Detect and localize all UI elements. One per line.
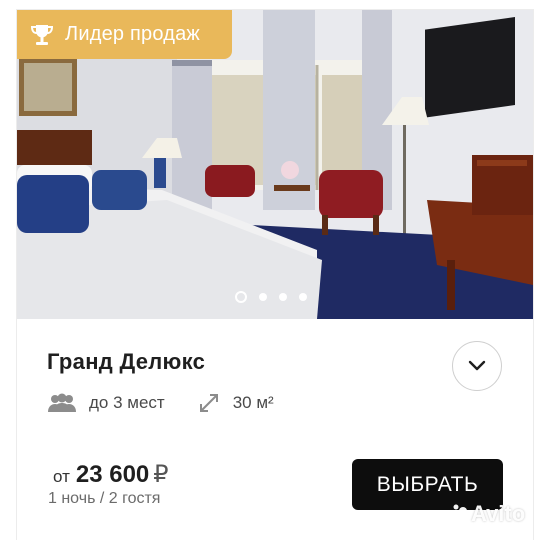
badge-label: Лидер продаж (65, 23, 200, 45)
guests-icon (48, 393, 76, 412)
price-from-label: от (53, 467, 70, 486)
room-title: Гранд Делюкс (47, 349, 206, 374)
gallery-pagination (235, 291, 307, 303)
price: от 23 600 ₽ (53, 460, 169, 489)
capacity-text: до 3 мест (89, 393, 165, 412)
chevron-down-icon (468, 360, 486, 371)
room-card: Лидер продаж Гранд Делюкс до 3 мест 30 м… (17, 10, 533, 540)
gallery-dot[interactable] (279, 293, 287, 301)
area-text: 30 м² (232, 393, 274, 412)
capacity-feature: до 3 мест (47, 392, 165, 414)
price-amount: 23 600 (75, 461, 150, 488)
room-photo[interactable]: Лидер продаж (17, 10, 533, 319)
price-details: 1 ночь / 2 гостя (48, 490, 161, 507)
expand-button[interactable] (452, 341, 502, 391)
area-arrows-icon (199, 394, 218, 412)
room-features: до 3 мест 30 м² (47, 391, 274, 415)
price-currency: ₽ (153, 461, 169, 488)
gallery-dot[interactable] (235, 291, 247, 303)
gallery-dot[interactable] (299, 293, 307, 301)
avito-logo-icon (447, 504, 468, 523)
trophy-icon (30, 24, 54, 45)
area-feature: 30 м² (197, 391, 274, 415)
watermark-text: Avito (471, 501, 526, 526)
bestseller-badge: Лидер продаж (17, 10, 232, 59)
avito-watermark: Avito (445, 501, 525, 527)
gallery-dot[interactable] (259, 293, 267, 301)
